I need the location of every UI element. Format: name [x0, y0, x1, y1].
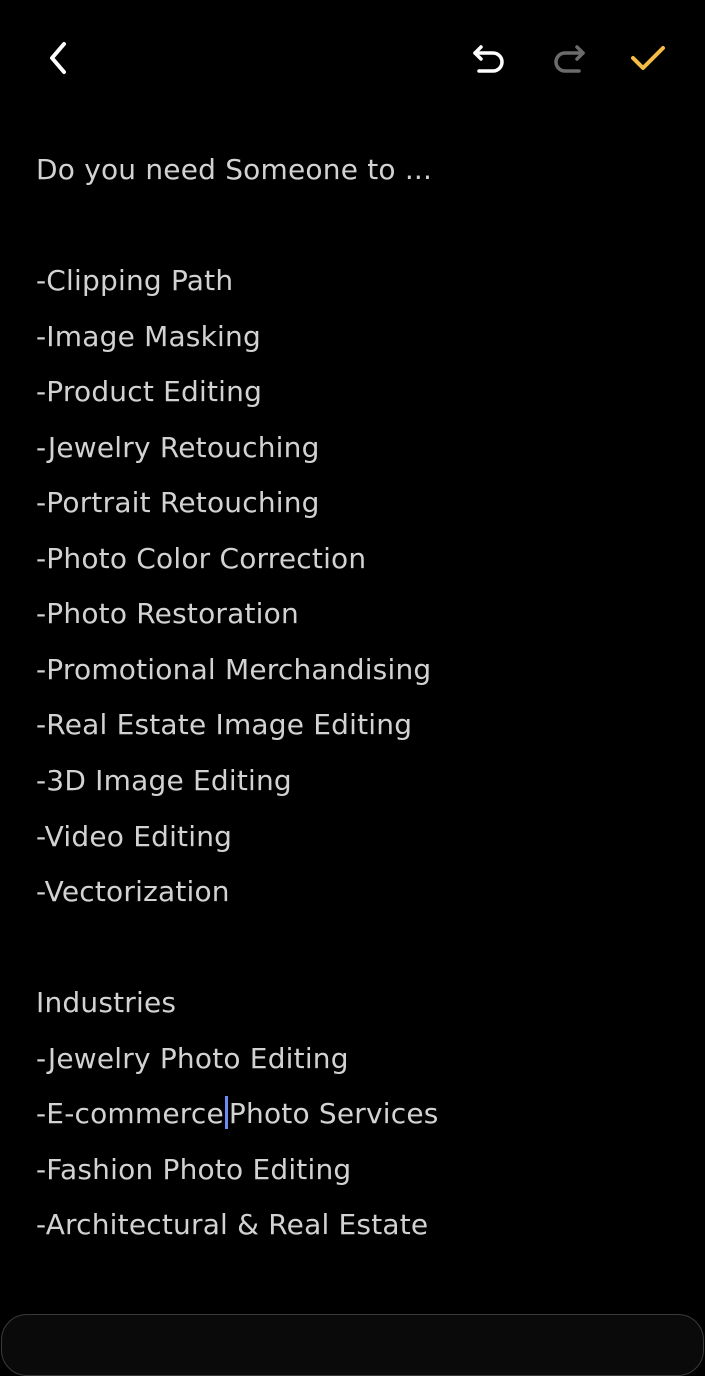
list-item: -Photo Restoration: [36, 597, 299, 631]
intro-line: Do you need Someone to ...: [36, 153, 433, 186]
text-cursor: [224, 1096, 228, 1130]
text-after-caret: Photo Services: [228, 1097, 439, 1131]
list-item: -Image Masking: [36, 319, 261, 353]
list-item: -Real Estate Image Editing: [36, 708, 413, 742]
list-item: -Clipping Path: [36, 264, 234, 298]
list-item: -Fashion Photo Editing: [36, 1152, 352, 1186]
list-item: -Promotional Merchandising: [36, 652, 432, 686]
list-item: -Video Editing: [36, 819, 233, 853]
list-item-with-caret: -E-commerce Photo Services: [36, 1086, 676, 1142]
redo-button[interactable]: [541, 30, 597, 86]
note-editor-toolbar: [0, 0, 705, 118]
list-item: -Jewelry Retouching: [36, 430, 320, 464]
done-button[interactable]: [620, 30, 676, 86]
chevron-left-icon: [50, 42, 66, 74]
undo-icon: [473, 45, 504, 73]
list-item: -Jewelry Photo Editing: [36, 1041, 349, 1075]
check-icon: [631, 46, 665, 70]
back-button[interactable]: [30, 30, 86, 86]
note-body-editor[interactable]: Do you need Someone to ... -Clipping Pat…: [36, 142, 676, 1253]
industries-heading: Industries: [36, 986, 177, 1020]
bottom-panel[interactable]: [1, 1314, 704, 1376]
list-item: -3D Image Editing: [36, 764, 292, 798]
list-item: -Product Editing: [36, 375, 263, 409]
undo-button[interactable]: [461, 30, 517, 86]
text-before-caret: -E-commerce: [36, 1097, 224, 1131]
list-item: -Architectural & Real Estate: [36, 1208, 429, 1242]
redo-icon: [554, 45, 585, 73]
list-item: -Photo Color Correction: [36, 541, 367, 575]
list-item: -Portrait Retouching: [36, 486, 320, 520]
list-item: -Vectorization: [36, 875, 230, 909]
